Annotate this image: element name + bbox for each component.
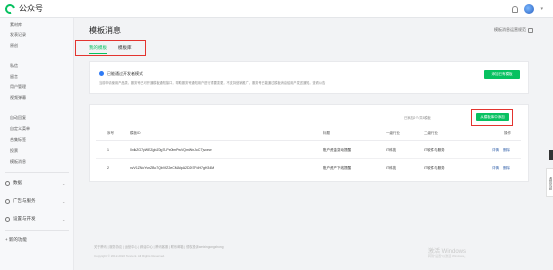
logo-text: 公众号: [19, 4, 43, 13]
add-existing-template-button[interactable]: 添加已有模板: [484, 70, 520, 79]
help-link[interactable]: 模板消息运营规范: [494, 27, 533, 33]
document-icon: [528, 27, 533, 33]
column-header-industry1: 一级行业: [386, 131, 400, 135]
column-header-template-id: 模板ID: [130, 131, 141, 135]
sidebar-item-tags[interactable]: 合集标签: [10, 137, 26, 143]
row-industry2: IT软件与服务: [424, 166, 445, 170]
details-link[interactable]: 详情: [492, 148, 499, 153]
sidebar-divider: [5, 230, 69, 231]
column-header-title: 标题: [323, 131, 330, 135]
tabs-highlight-box: [75, 40, 146, 56]
tab-my-templates[interactable]: 我的模板: [89, 45, 107, 51]
footer-links[interactable]: 关于腾讯 | 服务协议 | 运营中心 | 辟谣中心 | 腾讯客服 | 联系邮箱 …: [94, 244, 223, 249]
add-from-library-button[interactable]: 从模板库中添加: [476, 113, 509, 121]
column-header-industry2: 二级行业: [424, 131, 438, 135]
sidebar-item-menu[interactable]: 自定义菜单: [10, 126, 30, 132]
bell-icon[interactable]: [512, 5, 519, 13]
side-handle[interactable]: [549, 150, 553, 160]
sidebar-group-settings[interactable]: 设置与开发 ⌄: [5, 216, 65, 222]
ad-icon: [5, 198, 10, 204]
table-header-divider: [96, 140, 521, 141]
row-industry1: IT科技: [386, 148, 397, 152]
sidebar: [0, 18, 74, 270]
sidebar-item-comments[interactable]: 留言: [10, 74, 18, 80]
sidebar-group-ads[interactable]: 广告与服务 ⌄: [5, 198, 65, 204]
notice-card: [89, 61, 529, 94]
sidebar-item-material[interactable]: 素材库: [10, 22, 22, 28]
chart-icon: [5, 180, 10, 186]
active-tab-underline: [89, 53, 107, 54]
sidebar-item-users[interactable]: 用户管理: [10, 84, 26, 90]
row-index: 1: [107, 148, 109, 152]
footer-copyright: Copyright © 2012-2022 Tencent. All Right…: [94, 254, 166, 258]
sidebar-group-data[interactable]: 数据 ⌄: [5, 180, 65, 186]
chevron-down-icon: ⌄: [62, 198, 66, 204]
settings-icon: [5, 216, 10, 222]
top-bar: 公众号 ▾: [0, 0, 553, 18]
chevron-down-icon[interactable]: ▾: [540, 6, 543, 12]
sidebar-item-publish[interactable]: 发表记录: [10, 32, 26, 38]
sidebar-group-label: 数据: [13, 180, 22, 185]
row-divider: [96, 158, 521, 159]
row-index: 2: [107, 166, 109, 170]
column-header-index: 序号: [107, 131, 114, 135]
wechat-logo-icon: [3, 1, 17, 16]
chevron-down-icon: ⌄: [62, 180, 66, 186]
row-industry2: IT软件与服务: [424, 148, 445, 152]
sidebar-item-original[interactable]: 原创: [10, 43, 18, 49]
row-title: 账户资产下线提醒: [323, 166, 351, 170]
notice-description: 当前申请使用产品类，服务号已可开通模板通知接口，帮助服务号通知用户进行重要变更，…: [99, 81, 326, 85]
template-count: 已添加2个/共5模板: [404, 116, 431, 120]
delete-link[interactable]: 删除: [503, 148, 510, 153]
notice-title: 已能通过开发者模式: [107, 71, 143, 76]
sidebar-divider: [5, 172, 69, 173]
details-link[interactable]: 详情: [492, 166, 499, 171]
logo[interactable]: 公众号: [3, 1, 43, 16]
feedback-tab[interactable]: 遇到问题: [546, 168, 553, 197]
row-template-id: 0xlkZG7yWEZgbZ0g7LPx0lmPwVQmWnJoC7)vcew: [130, 148, 212, 152]
delete-link[interactable]: 删除: [503, 166, 510, 171]
info-icon: [99, 71, 104, 76]
sidebar-item-template[interactable]: 模板消息: [10, 159, 26, 165]
sidebar-item-vote[interactable]: 投票: [10, 148, 18, 154]
column-header-actions: 操作: [504, 131, 511, 135]
avatar[interactable]: [524, 4, 535, 14]
row-industry1: IT科技: [386, 166, 397, 170]
windows-activation-hint: 转到"设置"以激活 Windows。: [428, 254, 468, 258]
row-title: 账户资金变动提醒: [323, 148, 351, 152]
help-link-label: 模板消息运营规范: [494, 27, 526, 32]
add-feature-button[interactable]: + 新的功能: [5, 237, 27, 243]
page-title: 模板消息: [89, 26, 121, 35]
sidebar-group-label: 设置与开发: [13, 216, 36, 221]
sidebar-item-messages[interactable]: 私信: [10, 63, 18, 69]
row-template-id: xvV1ZNcYvnZBc7QbVfZ2eCMAlpA2D2t7FdH7gH34…: [130, 166, 215, 170]
sidebar-group-label: 广告与服务: [13, 198, 36, 203]
sidebar-item-autoreply[interactable]: 自动回复: [10, 115, 26, 121]
tab-template-library[interactable]: 模板库: [118, 45, 132, 51]
template-list-card: [89, 104, 529, 182]
sidebar-item-danmu[interactable]: 视频弹幕: [10, 95, 26, 101]
chevron-down-icon: ⌄: [62, 216, 66, 222]
